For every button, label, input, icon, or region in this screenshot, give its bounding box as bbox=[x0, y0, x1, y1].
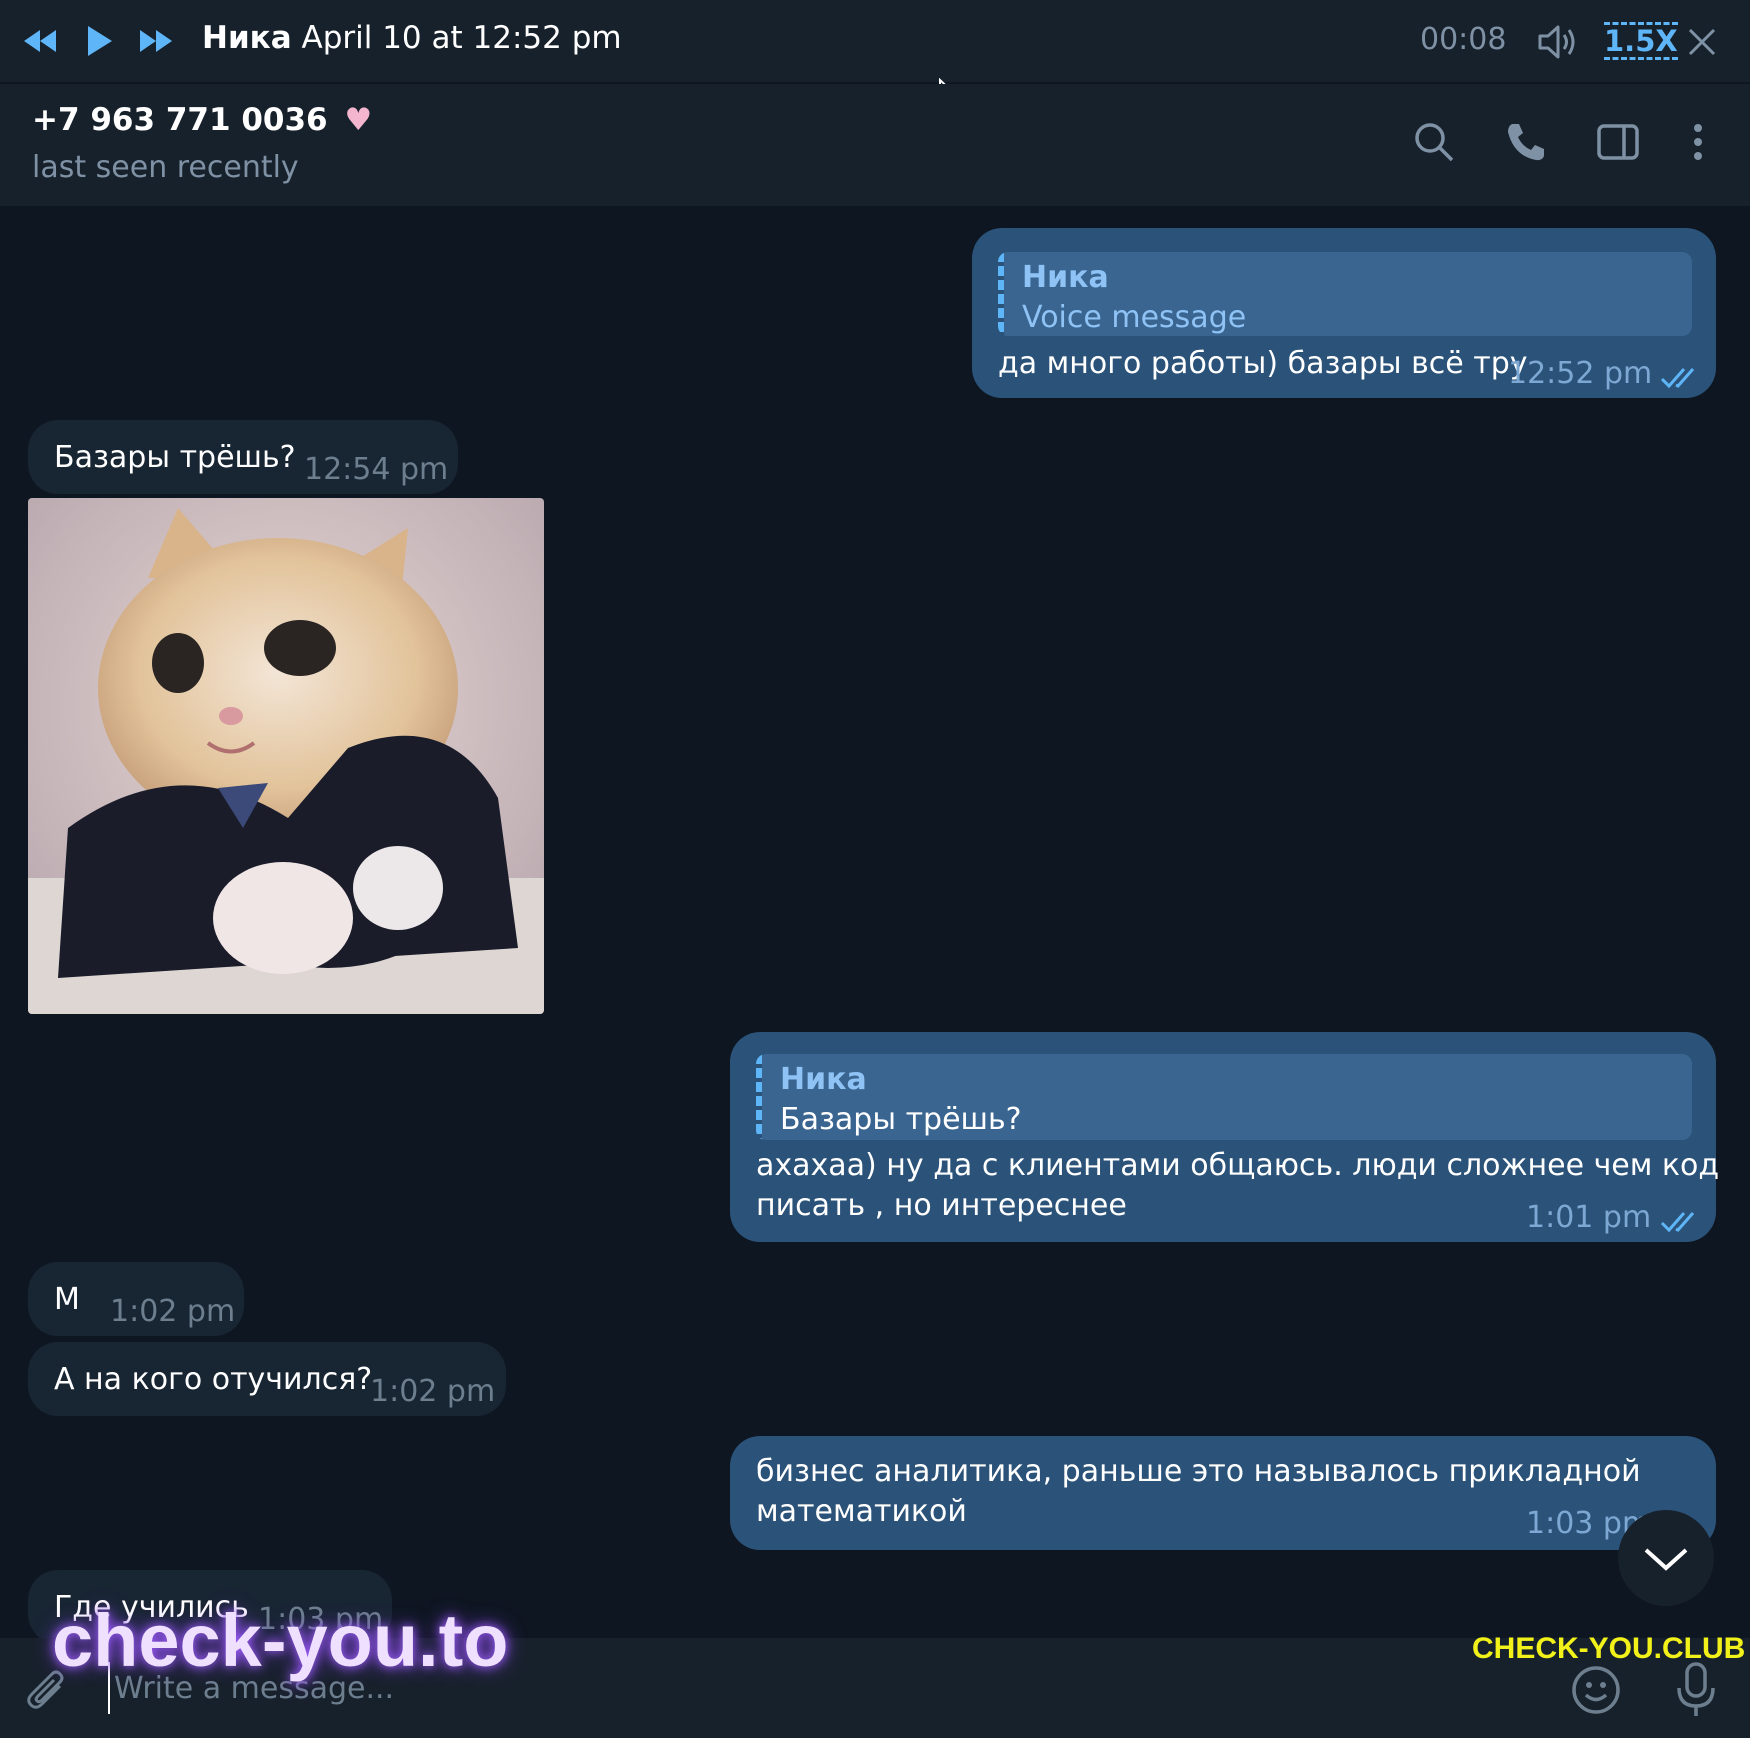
message-text-line: ахахаа) ну да с клиентами общаюсь. люди … bbox=[756, 1148, 1720, 1183]
emoji-icon[interactable] bbox=[1570, 1664, 1622, 1716]
message-incoming[interactable]: М 1:02 pm bbox=[28, 1262, 244, 1336]
reply-text: Voice message bbox=[1022, 300, 1247, 335]
message-text: Базары трёшь? bbox=[54, 440, 296, 475]
message-text: А на кого отучился? bbox=[54, 1362, 373, 1397]
reply-sender: Ника bbox=[780, 1062, 867, 1097]
reply-bar bbox=[756, 1054, 762, 1140]
peer-name[interactable]: +7 963 771 0036 ♥ bbox=[32, 102, 372, 138]
message-outgoing[interactable]: Ника Voice message да много работы) база… bbox=[972, 228, 1716, 398]
message-incoming[interactable]: Базары трёшь? 12:54 pm bbox=[28, 420, 458, 494]
audio-player-bar: Ника April 10 at 12:52 pm 00:08 1.5X bbox=[0, 0, 1750, 84]
double-check-icon bbox=[1660, 1206, 1704, 1233]
reply-sender: Ника bbox=[1022, 260, 1109, 295]
message-outgoing[interactable]: бизнес аналитика, раньше это называлось … bbox=[730, 1436, 1716, 1550]
double-check-icon bbox=[1660, 362, 1704, 389]
watermark-right: CHECK-YOU.CLUB bbox=[1472, 1632, 1746, 1665]
search-icon[interactable] bbox=[1412, 120, 1456, 164]
volume-icon[interactable] bbox=[1536, 22, 1580, 62]
message-time: 1:01 pm bbox=[1526, 1200, 1652, 1235]
watermark-left: check-you.to bbox=[52, 1599, 509, 1682]
scroll-to-bottom-button[interactable] bbox=[1618, 1510, 1714, 1606]
playback-speed-button[interactable]: 1.5X bbox=[1604, 22, 1678, 60]
play-icon[interactable] bbox=[80, 22, 120, 60]
reply-preview[interactable]: Ника Voice message bbox=[998, 252, 1692, 336]
sidebar-toggle-icon[interactable] bbox=[1596, 120, 1640, 164]
peer-phone: +7 963 771 0036 bbox=[32, 102, 328, 138]
more-options-icon[interactable] bbox=[1680, 120, 1716, 164]
message-text-line: писать , но интереснее bbox=[756, 1188, 1127, 1223]
message-time: 1:02 pm bbox=[110, 1294, 236, 1329]
heart-emoji-icon: ♥ bbox=[344, 102, 373, 138]
message-text-line: математикой bbox=[756, 1494, 967, 1529]
chevron-down-icon bbox=[1644, 1548, 1688, 1571]
message-outgoing[interactable]: Ника Базары трёшь? ахахаа) ну да с клиен… bbox=[730, 1032, 1720, 1242]
reply-preview[interactable]: Ника Базары трёшь? bbox=[756, 1054, 1692, 1140]
reply-text: Базары трёшь? bbox=[780, 1102, 1022, 1137]
player-track-title[interactable]: Ника April 10 at 12:52 pm bbox=[202, 20, 622, 56]
reply-bar bbox=[998, 252, 1004, 336]
message-time: 12:52 pm bbox=[1508, 356, 1653, 391]
peer-status: last seen recently bbox=[32, 150, 299, 185]
message-time: 12:54 pm bbox=[304, 452, 449, 487]
player-date: April 10 at 12:52 pm bbox=[301, 20, 622, 56]
message-text-line: бизнес аналитика, раньше это называлось … bbox=[756, 1454, 1641, 1489]
kitten-sticker-image[interactable] bbox=[28, 498, 544, 1014]
chat-header: +7 963 771 0036 ♥ last seen recently bbox=[0, 84, 1750, 206]
close-player-icon[interactable] bbox=[1686, 26, 1718, 58]
phone-icon[interactable] bbox=[1504, 120, 1548, 164]
microphone-icon[interactable] bbox=[1674, 1660, 1718, 1720]
player-elapsed-time: 00:08 bbox=[1420, 22, 1507, 57]
rewind-icon[interactable] bbox=[20, 22, 60, 60]
message-text: да много работы) базары всё тру bbox=[998, 346, 1528, 381]
player-sender-name: Ника bbox=[202, 20, 292, 56]
message-incoming[interactable]: А на кого отучился? 1:02 pm bbox=[28, 1342, 506, 1416]
message-text: М bbox=[54, 1282, 80, 1317]
message-time: 1:02 pm bbox=[370, 1374, 496, 1409]
fast-forward-icon[interactable] bbox=[136, 22, 176, 60]
